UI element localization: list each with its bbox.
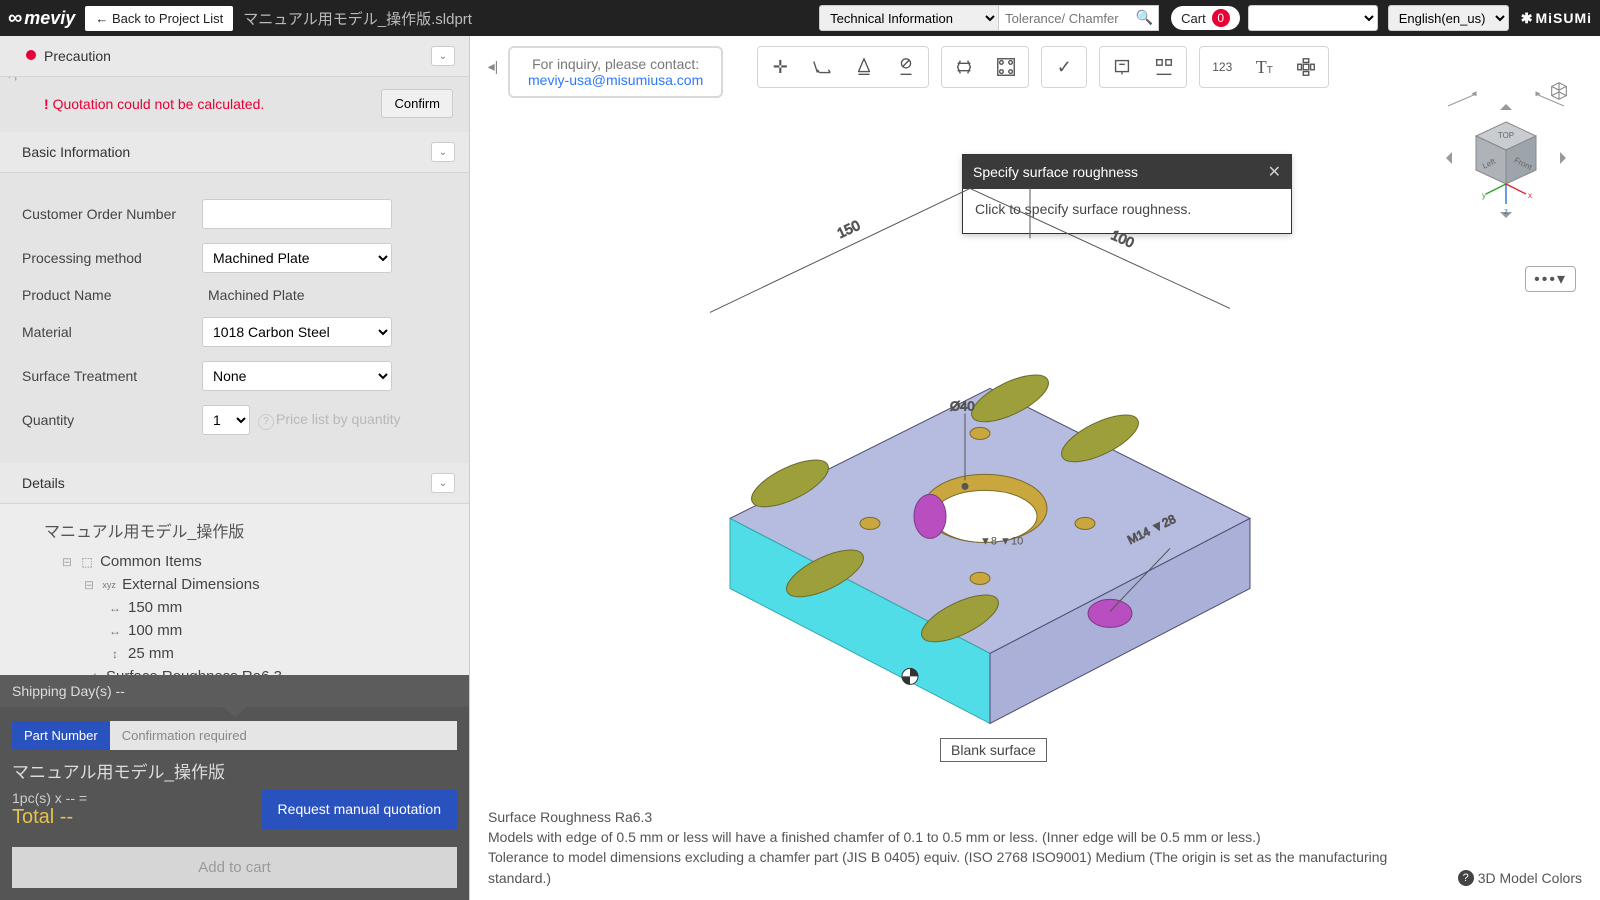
top-bar: meviy Back to Project List マニュアル用モデル_操作版… (0, 0, 1600, 36)
viewer-panel: ◂| For inquiry, please contact: meviy-us… (470, 36, 1600, 900)
surface-label: Surface Treatment (22, 368, 202, 384)
cart-count-badge: 0 (1212, 9, 1230, 27)
grid-icon[interactable]: 123 (1208, 53, 1236, 81)
right-collapse-handle[interactable]: ◂| (484, 56, 502, 76)
svg-text:100: 100 (1109, 227, 1137, 251)
toolbar: ✛ ✓ 123 TT (757, 46, 1329, 88)
details-header[interactable]: Details ⌄ (0, 463, 469, 504)
empty-select[interactable] (1248, 5, 1378, 31)
diameter-dim-icon[interactable] (892, 53, 920, 81)
customer-order-input[interactable] (202, 199, 392, 229)
basic-info-header[interactable]: Basic Information ⌄ (0, 132, 469, 173)
product-name-label: Product Name (22, 287, 202, 303)
file-name: マニュアル用モデル_操作版.sldprt (243, 8, 472, 29)
xyz-icon: xyz (100, 580, 118, 590)
3d-viewer[interactable]: 150 100 (470, 98, 1600, 799)
cube-icon: ⬚ (78, 555, 96, 569)
quantity-label: Quantity (22, 412, 202, 428)
annotation-icon[interactable] (1108, 53, 1136, 81)
text-icon[interactable]: TT (1250, 53, 1278, 81)
request-quotation-button[interactable]: Request manual quotation (262, 789, 457, 829)
angle-dim-icon[interactable] (850, 53, 878, 81)
views-icon[interactable] (1292, 53, 1320, 81)
hole-detect-icon[interactable] (950, 53, 978, 81)
misumi-logo: MiSUMi (1521, 10, 1592, 27)
tab-part-number[interactable]: Part Number (12, 721, 110, 750)
back-to-projects-button[interactable]: Back to Project List (85, 6, 233, 31)
linear-dim-icon[interactable] (808, 53, 836, 81)
quotation-alert: Quotation could not be calculated. (44, 96, 264, 112)
svg-text:▼8 ▼10: ▼8 ▼10 (980, 535, 1023, 547)
shipping-days: Shipping Day(s) -- (0, 675, 469, 707)
x-dim-icon: ↔ (106, 601, 124, 615)
inquiry-email[interactable]: meviy-usa@misumiusa.com (528, 72, 703, 88)
blank-surface-label: Blank surface (940, 738, 1047, 762)
search-box: 🔍 (999, 5, 1159, 31)
language-select[interactable]: English(en_us) (1388, 5, 1509, 31)
chevron-down-icon[interactable]: ⌄ (431, 46, 455, 66)
processing-label: Processing method (22, 250, 202, 266)
part-name: マニュアル用モデル_操作版 (12, 750, 457, 785)
tree-external-dims[interactable]: ⊟xyzExternal Dimensions (84, 573, 453, 596)
tree-dim-y[interactable]: ↔100 mm (106, 619, 453, 642)
y-dim-icon: ↔ (106, 624, 124, 638)
z-dim-icon: ↕ (106, 647, 124, 661)
left-panel: ▸| Precaution ⌄ Quotation could not be c… (0, 36, 470, 900)
precaution-header[interactable]: Precaution ⌄ (0, 36, 469, 77)
material-label: Material (22, 324, 202, 340)
tree-surface-roughness[interactable]: ✓Surface Roughness Ra6.3 (84, 665, 453, 675)
3d-model-colors-link[interactable]: 3D Model Colors (1458, 868, 1582, 888)
tree-common-items[interactable]: ⊟⬚Common Items (62, 550, 453, 573)
svg-text:Ø40: Ø40 (950, 398, 975, 413)
tree-dim-x[interactable]: ↔150 mm (106, 596, 453, 619)
projection-icon[interactable] (1150, 53, 1178, 81)
quantity-select[interactable]: 1 (202, 405, 250, 435)
pattern-icon[interactable] (992, 53, 1020, 81)
inquiry-card: For inquiry, please contact: meviy-usa@m… (508, 46, 723, 98)
product-name-value: Machined Plate (202, 287, 305, 303)
cart-button[interactable]: Cart 0 (1171, 6, 1240, 30)
origin-icon[interactable]: ✛ (766, 53, 794, 81)
tree-root: マニュアル用モデル_操作版 (44, 518, 453, 542)
alert-dot-icon (26, 50, 36, 60)
pricelist-link[interactable]: Price list by quantity (258, 411, 401, 430)
search-icon[interactable]: 🔍 (1136, 9, 1153, 26)
footer: Surface Roughness Ra6.3 Models with edge… (470, 799, 1600, 900)
pieces-line: 1pc(s) x -- = (12, 790, 87, 806)
material-select[interactable]: 1018 Carbon Steel (202, 317, 392, 347)
add-to-cart-button[interactable]: Add to cart (12, 847, 457, 888)
confirm-button[interactable]: Confirm (381, 89, 453, 118)
tech-info-select[interactable]: Technical Information (819, 5, 999, 31)
chevron-down-icon[interactable]: ⌄ (431, 473, 455, 493)
tab-confirmation[interactable]: Confirmation required (110, 721, 457, 750)
total-price: Total -- (12, 806, 87, 829)
tree-dim-z[interactable]: ↕25 mm (106, 642, 453, 665)
meviy-logo: meviy (8, 7, 75, 30)
surface-select[interactable]: None (202, 361, 392, 391)
processing-select[interactable]: Machined Plate (202, 243, 392, 273)
surface-roughness-icon[interactable]: ✓ (1050, 53, 1078, 81)
bottom-panel: Shipping Day(s) -- Part Number Confirmat… (0, 675, 469, 900)
svg-text:150: 150 (835, 217, 863, 241)
chevron-down-icon[interactable]: ⌄ (431, 142, 455, 162)
customer-order-label: Customer Order Number (22, 206, 202, 222)
